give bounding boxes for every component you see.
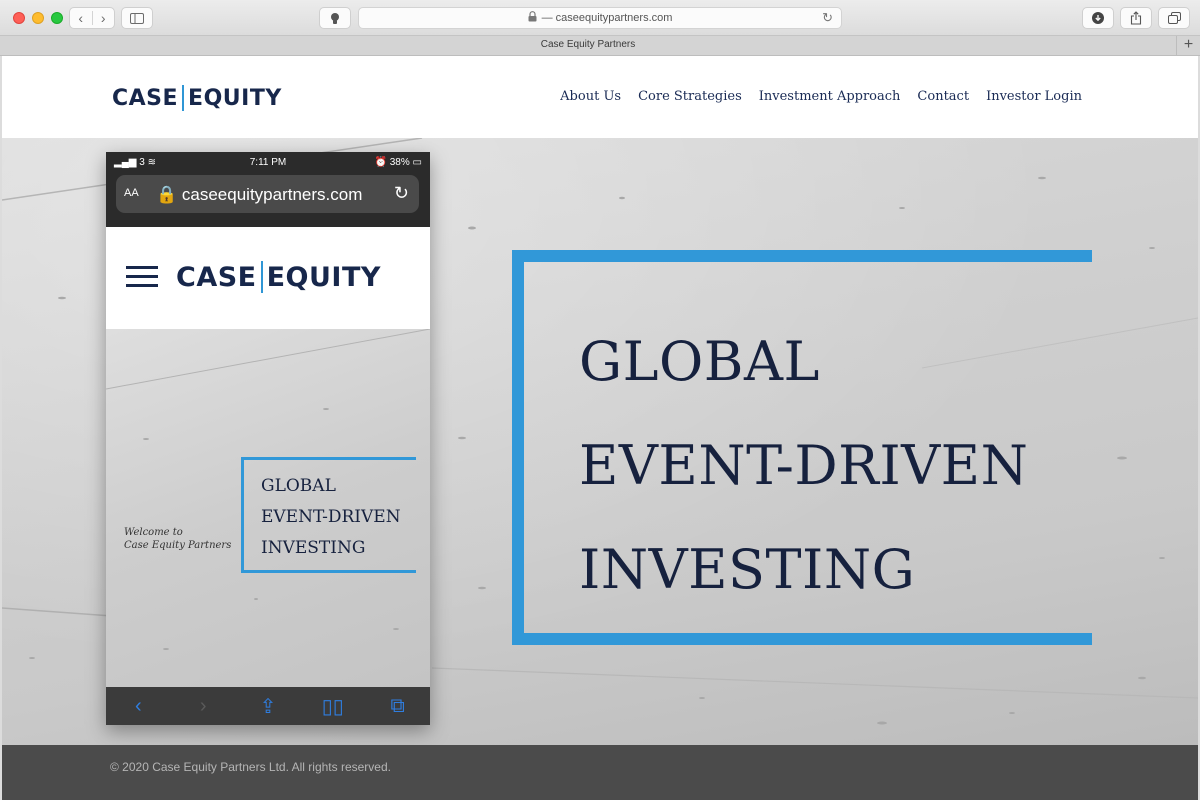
headline-line-1: GLOBAL	[579, 330, 820, 393]
copyright-text: © 2020 Case Equity Partners Ltd. All rig…	[110, 760, 391, 774]
privacy-report-button[interactable]	[319, 7, 351, 29]
phone-back-icon[interactable]: ‹	[123, 695, 153, 718]
logo-word-equity: EQUITY	[188, 85, 282, 111]
browser-toolbar: ‹ › — caseequitypartners.com ↻	[0, 0, 1200, 36]
reload-icon[interactable]: ↻	[822, 10, 833, 26]
phone-headline-line-2: EVENT-DRIVEN	[261, 507, 401, 527]
phone-status-bar: ▂▄▆ 3 ≋ 7:11 PM ⏰ 38% ▭	[106, 152, 430, 174]
tabs-icon	[1167, 12, 1181, 24]
phone-logo-word-equity: EQUITY	[266, 261, 381, 293]
minimize-window-button[interactable]	[32, 12, 44, 24]
hero-headline: GLOBAL EVENT-DRIVEN INVESTING	[579, 310, 1028, 622]
phone-mockup: ▂▄▆ 3 ≋ 7:11 PM ⏰ 38% ▭ AA 🔒 caseequityp…	[106, 152, 430, 725]
phone-logo-word-case: CASE	[176, 261, 257, 293]
phone-logo-divider	[260, 261, 263, 293]
site-header: CASE EQUITY About Us Core Strategies Inv…	[2, 56, 1198, 138]
headline-line-3: INVESTING	[579, 538, 916, 601]
share-icon	[1130, 11, 1142, 25]
phone-address-bar[interactable]: AA 🔒 caseequitypartners.com ↻	[116, 175, 419, 213]
phone-share-icon[interactable]: ⇪	[253, 694, 283, 719]
phone-toolbar: ‹ › ⇪ ▯▯ ⧉	[106, 687, 430, 725]
site-footer: © 2020 Case Equity Partners Ltd. All rig…	[2, 745, 1198, 800]
tab-bar: Case Equity Partners +	[0, 36, 1200, 56]
battery-icon: ⏰ 38% ▭	[374, 157, 422, 168]
nav-about-us[interactable]: About Us	[560, 89, 621, 104]
sidebar-button[interactable]	[121, 7, 153, 29]
tab-case-equity[interactable]: Case Equity Partners	[0, 39, 1176, 50]
phone-welcome-text: Welcome to Case Equity Partners	[124, 527, 232, 551]
headline-line-2: EVENT-DRIVEN	[579, 434, 1029, 497]
text-size-button[interactable]: AA	[124, 187, 139, 199]
hamburger-menu-icon[interactable]	[126, 266, 158, 290]
share-button[interactable]	[1120, 7, 1152, 29]
sidebar-icon	[130, 12, 144, 24]
phone-bookmarks-icon[interactable]: ▯▯	[318, 694, 348, 719]
new-tab-button[interactable]: +	[1176, 36, 1200, 56]
back-icon[interactable]: ‹	[70, 8, 92, 28]
phone-forward-icon[interactable]: ›	[188, 695, 218, 718]
download-icon	[1092, 12, 1104, 24]
forward-icon[interactable]: ›	[93, 8, 115, 28]
fullscreen-window-button[interactable]	[51, 12, 63, 24]
phone-tabs-icon[interactable]: ⧉	[383, 695, 413, 718]
address-url: — caseequitypartners.com	[541, 12, 673, 24]
privacy-icon	[331, 12, 339, 24]
phone-headline-line-1: GLOBAL	[261, 476, 336, 496]
phone-site-header: CASE EQUITY	[106, 227, 430, 329]
nav-core-strategies[interactable]: Core Strategies	[638, 89, 742, 104]
downloads-button[interactable]	[1082, 7, 1114, 29]
phone-url: 🔒 caseequitypartners.com	[156, 185, 363, 204]
phone-hero: GLOBAL EVENT-DRIVEN INVESTING Welcome to…	[106, 329, 430, 687]
nav-contact[interactable]: Contact	[917, 89, 969, 104]
address-bar[interactable]: — caseequitypartners.com ↻	[358, 7, 842, 29]
phone-headline: GLOBAL EVENT-DRIVEN INVESTING	[261, 471, 401, 564]
phone-reload-icon[interactable]: ↻	[394, 183, 409, 204]
phone-site-logo[interactable]: CASE EQUITY	[176, 261, 381, 293]
phone-headline-line-3: INVESTING	[261, 538, 366, 558]
nav-investor-login[interactable]: Investor Login	[986, 89, 1082, 104]
site-logo[interactable]: CASE EQUITY	[112, 85, 282, 111]
lock-icon	[528, 11, 537, 25]
main-nav: About Us Core Strategies Investment Appr…	[560, 89, 1082, 104]
close-window-button[interactable]	[13, 12, 25, 24]
tab-overview-button[interactable]	[1158, 7, 1190, 29]
nav-investment-approach[interactable]: Investment Approach	[759, 89, 901, 104]
logo-word-case: CASE	[112, 85, 179, 111]
logo-divider	[182, 85, 185, 111]
hero-section: GLOBAL EVENT-DRIVEN INVESTING ▂▄▆ 3 ≋ 7:…	[2, 138, 1198, 745]
history-nav: ‹ ›	[69, 7, 115, 29]
